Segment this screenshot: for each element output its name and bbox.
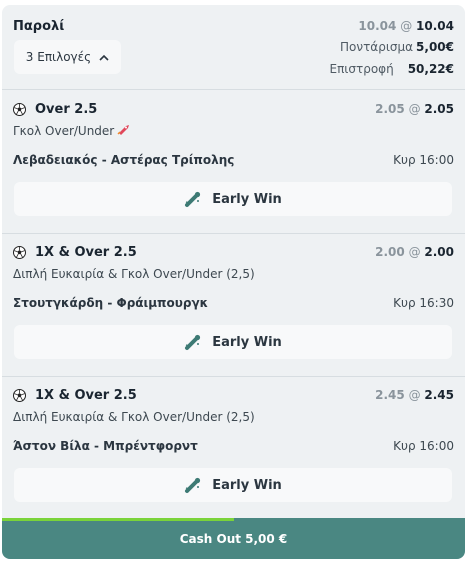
betslip-card: Παρολί 3 Επιλογές 10.04 @ 10.04 Ποντάρισ… <box>2 5 465 559</box>
submarket-name: Διπλή Ευκαιρία & Γκολ Over/Under (2,5) <box>13 267 255 281</box>
total-odds-old: 10.04 <box>358 19 397 33</box>
market-name: 1X & Over 2.5 <box>35 388 137 403</box>
soccer-ball-icon <box>13 389 26 402</box>
early-win-button[interactable]: Early Win <box>14 325 452 359</box>
stake-value: 5,00€ <box>416 40 454 54</box>
stake-label: Ποντάρισμα <box>340 40 414 54</box>
return-row: Επιστροφή 50,22€ <box>330 62 455 76</box>
selection-odds-new: 2.05 <box>424 102 454 116</box>
selection-odds: 2.00 @ 2.00 <box>375 245 454 259</box>
cash-out-progress-bar <box>2 518 234 521</box>
match-time: Κυρ 16:30 <box>393 296 454 310</box>
odds-at-sign: @ <box>408 388 421 402</box>
total-odds-new: 10.04 <box>416 19 454 33</box>
submarket-label: Γκολ Over/Under <box>13 124 115 138</box>
cash-out-label: Cash Out 5,00 € <box>179 531 288 546</box>
return-label: Επιστροφή <box>329 62 394 76</box>
match-name: Λεβαδειακός - Αστέρας Τρίπολης <box>13 153 235 167</box>
odds-at-sign: @ <box>408 245 421 259</box>
early-win-icon <box>184 476 202 494</box>
soccer-ball-icon <box>13 103 26 116</box>
selection-odds: 2.05 @ 2.05 <box>375 102 454 116</box>
selection-odds: 2.45 @ 2.45 <box>375 388 454 402</box>
match-name: Στουτγκάρδη - Φράιμπουργκ <box>13 296 209 310</box>
early-win-label: Early Win <box>212 334 282 350</box>
early-win-icon <box>184 190 202 208</box>
selection-odds-new: 2.45 <box>424 388 454 402</box>
early-win-label: Early Win <box>212 191 282 207</box>
submarket-name: Γκολ Over/Under <box>13 124 130 138</box>
selection-odds-old: 2.05 <box>375 102 405 116</box>
early-win-icon <box>184 333 202 351</box>
match-name: Άστον Βίλα - Μπρέντφορντ <box>13 439 198 453</box>
selections-toggle-label: 3 Επιλογές <box>25 50 92 64</box>
selection-odds-new: 2.00 <box>424 245 454 259</box>
odds-at-sign: @ <box>408 102 421 116</box>
match-time: Κυρ 16:00 <box>393 439 454 453</box>
rocket-icon <box>117 124 130 138</box>
market-name: 1X & Over 2.5 <box>35 245 137 260</box>
odds-at-sign: @ <box>400 19 413 33</box>
cash-out-button[interactable]: Cash Out 5,00 € <box>2 518 465 559</box>
bet-type-title: Παρολί <box>13 19 65 34</box>
early-win-button[interactable]: Early Win <box>14 468 452 502</box>
selection-odds-old: 2.45 <box>375 388 405 402</box>
submarket-name: Διπλή Ευκαιρία & Γκολ Over/Under (2,5) <box>13 410 255 424</box>
selection-item: 1X & Over 2.5 2.45 @ 2.45 Διπλή Ευκαιρία… <box>2 376 465 519</box>
selection-item: Over 2.5 2.05 @ 2.05 Γκολ Over/Under Λεβ… <box>2 90 465 233</box>
selection-odds-old: 2.00 <box>375 245 405 259</box>
soccer-ball-icon <box>13 246 26 259</box>
market-name: Over 2.5 <box>35 102 98 117</box>
early-win-label: Early Win <box>212 477 282 493</box>
selection-item: 1X & Over 2.5 2.00 @ 2.00 Διπλή Ευκαιρία… <box>2 233 465 376</box>
early-win-button[interactable]: Early Win <box>14 182 452 216</box>
selections-toggle-button[interactable]: 3 Επιλογές <box>14 40 121 74</box>
chevron-up-icon <box>99 51 109 64</box>
betslip-header: Παρολί 3 Επιλογές 10.04 @ 10.04 Ποντάρισ… <box>2 5 465 89</box>
stake-row: Ποντάρισμα 5,00€ <box>340 40 454 54</box>
match-time: Κυρ 16:00 <box>393 153 454 167</box>
total-odds: 10.04 @ 10.04 <box>358 19 454 33</box>
return-value: 50,22€ <box>407 62 454 76</box>
